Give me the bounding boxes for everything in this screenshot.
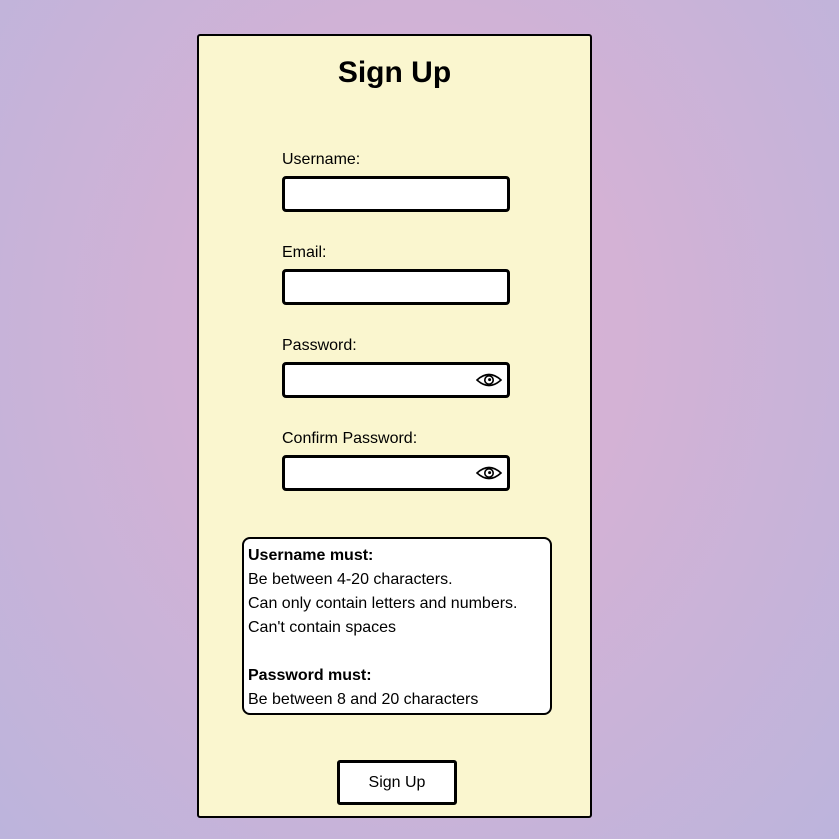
signup-card: Sign Up Username: Email: Password: Confi… <box>197 34 592 818</box>
password-label: Password: <box>282 337 357 354</box>
confirm-password-field-box <box>282 455 510 491</box>
password-input[interactable] <box>285 365 507 395</box>
username-input[interactable] <box>285 179 507 209</box>
sign-up-button[interactable]: Sign Up <box>337 760 457 805</box>
username-rules-heading: Username must: <box>248 547 374 564</box>
password-rules-heading: Password must: <box>248 667 372 684</box>
validation-rules-box: Username must: Be between 4-20 character… <box>242 537 552 715</box>
confirm-password-input[interactable] <box>285 458 507 488</box>
page-title: Sign Up <box>337 56 452 89</box>
password-rule: Be between 8 and 20 characters <box>248 691 479 708</box>
rules-spacer <box>248 640 546 664</box>
email-label: Email: <box>282 244 327 261</box>
username-rule: Can't contain spaces <box>248 619 397 636</box>
username-label: Username: <box>282 151 361 168</box>
eye-icon[interactable] <box>476 370 502 390</box>
email-field-box <box>282 269 510 305</box>
confirm-password-label: Confirm Password: <box>282 430 418 447</box>
email-input[interactable] <box>285 272 507 302</box>
username-rule: Can only contain letters and numbers. <box>248 595 518 612</box>
username-field-box <box>282 176 510 212</box>
eye-icon[interactable] <box>476 463 502 483</box>
password-field-box <box>282 362 510 398</box>
username-rule: Be between 4-20 characters. <box>248 571 453 588</box>
